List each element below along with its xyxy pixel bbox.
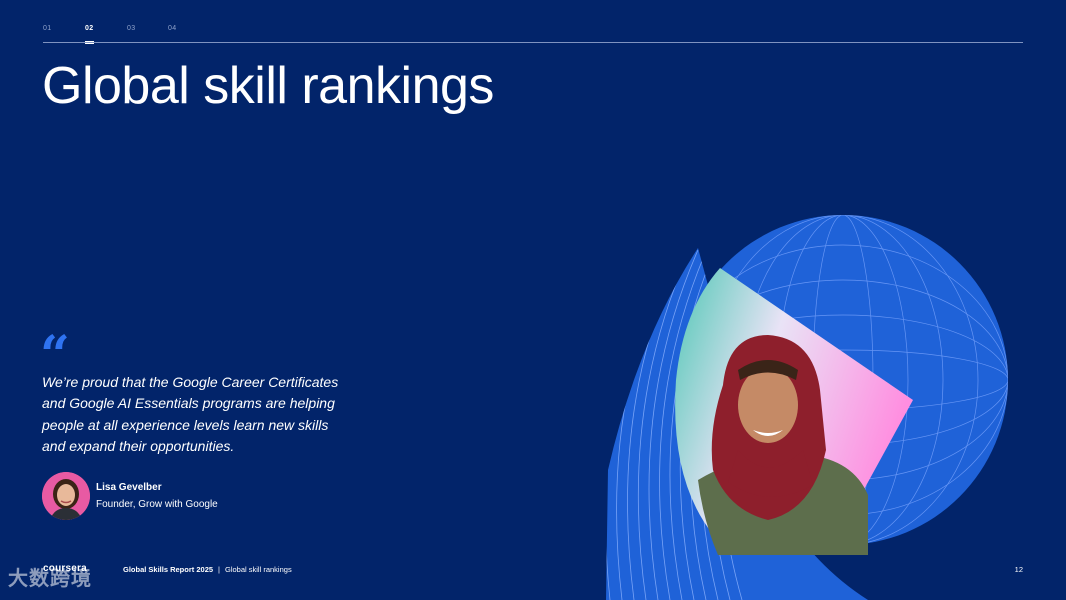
watermark: 大数跨境 [8, 568, 92, 590]
nav-step-02[interactable]: 02 [85, 25, 95, 44]
nav-step-04[interactable]: 04 [168, 25, 176, 32]
footer-separator: | [218, 565, 220, 574]
page-title: Global skill rankings [42, 57, 494, 115]
section-nav: 01 02 03 04 [43, 24, 1023, 46]
hero-illustration [606, 215, 1008, 600]
person-name: Lisa Gevelber [96, 482, 162, 493]
nav-divider [43, 42, 1023, 43]
testimonial-quote: We’re proud that the Google Career Certi… [42, 374, 339, 454]
footer-section: Global skill rankings [225, 565, 292, 574]
footer-caption: Global Skills Report 2025 | Global skill r… [123, 565, 292, 574]
person-role: Founder, Grow with Google [96, 499, 218, 510]
page-number: 12 [1014, 565, 1023, 574]
nav-step-01[interactable]: 01 [43, 25, 51, 32]
avatar [42, 472, 90, 520]
footer-report-title: Global Skills Report 2025 [123, 565, 214, 574]
nav-step-03[interactable]: 03 [127, 25, 135, 32]
